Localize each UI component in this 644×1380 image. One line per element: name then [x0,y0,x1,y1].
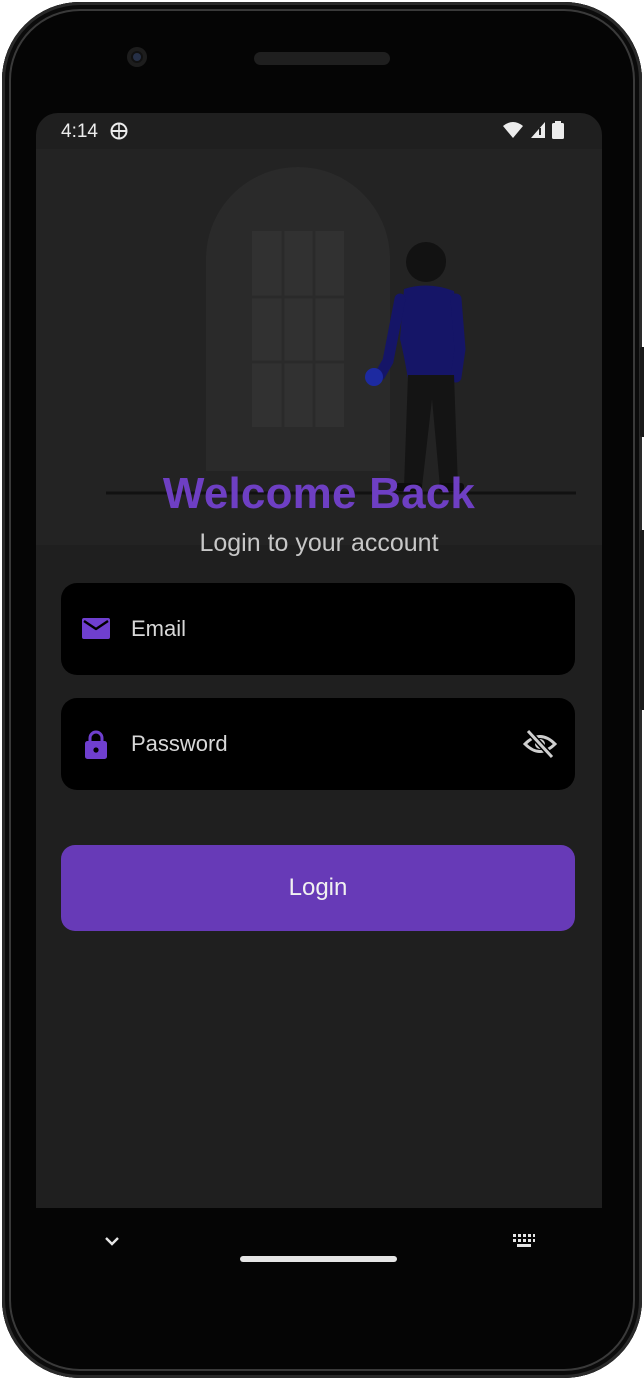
wifi-icon [503,122,523,138]
email-field[interactable]: Email [61,583,575,675]
chevron-down-icon[interactable] [102,1234,122,1248]
vpn-globe-icon [110,122,128,140]
earpiece-speaker [254,52,390,65]
power-button [640,347,644,437]
cell-signal-icon [531,122,545,138]
keyboard-icon[interactable] [512,1232,536,1250]
login-button[interactable]: Login [61,845,575,931]
app-screen: 4:14 Welcome Back Login to your account … [36,113,602,1208]
home-gesture-bar[interactable] [240,1256,397,1262]
hero-section: Welcome Back Login to your account [36,149,602,557]
visibility-off-icon[interactable] [523,728,557,760]
welcome-subtitle: Login to your account [199,529,439,557]
status-icons [502,121,564,139]
status-time: 4:14 [61,121,98,142]
password-field[interactable]: Password [61,698,575,790]
welcome-title: Welcome Back [162,469,476,518]
front-camera [127,47,147,67]
status-bar: 4:14 [36,113,602,149]
email-placeholder[interactable]: Email [131,583,186,675]
password-placeholder[interactable]: Password [131,698,228,790]
volume-button [640,530,644,710]
lock-icon [85,730,107,759]
battery-icon [552,121,564,139]
mail-icon [82,618,110,639]
system-navigation-bar [36,1208,602,1288]
